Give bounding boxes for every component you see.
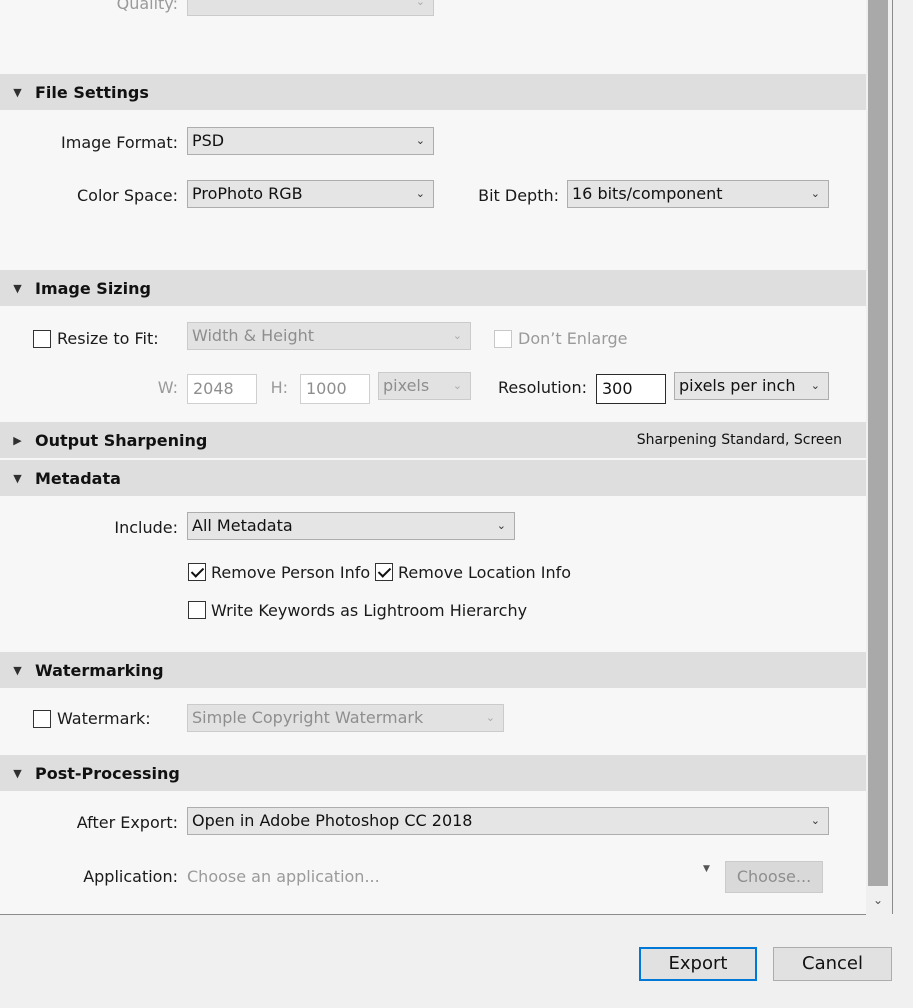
include-select[interactable]: All Metadata ⌄ bbox=[187, 512, 515, 540]
image-format-label: Image Format: bbox=[61, 133, 178, 152]
panel-border bbox=[0, 914, 866, 915]
image-format-select[interactable]: PSD ⌄ bbox=[187, 127, 434, 155]
resize-mode-value: Width & Height bbox=[192, 326, 315, 345]
section-title: Metadata bbox=[35, 468, 121, 488]
export-settings-panel: Quality: ⌄ ▼ File Settings Image Format:… bbox=[0, 0, 866, 914]
expanded-triangle-icon: ▼ bbox=[13, 85, 22, 99]
resize-mode-select[interactable]: Width & Height ⌄ bbox=[187, 322, 471, 350]
chevron-down-icon: ⌄ bbox=[810, 187, 820, 200]
watermark-select[interactable]: Simple Copyright Watermark ⌄ bbox=[187, 704, 504, 732]
chevron-down-icon: ⌄ bbox=[810, 379, 820, 392]
section-title: Post-Processing bbox=[35, 763, 180, 783]
application-combo[interactable]: Choose an application... bbox=[187, 867, 380, 886]
resolution-units-value: pixels per inch bbox=[679, 376, 796, 395]
dont-enlarge-label: Don’t Enlarge bbox=[518, 329, 628, 348]
scrollbar-thumb[interactable] bbox=[868, 0, 888, 886]
watermark-checkbox[interactable] bbox=[33, 710, 51, 728]
color-space-label: Color Space: bbox=[76, 186, 178, 205]
vertical-scrollbar[interactable]: ⌄ bbox=[866, 0, 893, 914]
after-export-value: Open in Adobe Photoshop CC 2018 bbox=[192, 811, 473, 830]
chevron-down-icon: ⌄ bbox=[415, 0, 425, 8]
resize-to-fit-checkbox[interactable] bbox=[33, 330, 51, 348]
expanded-triangle-icon: ▼ bbox=[13, 663, 22, 677]
section-title: File Settings bbox=[35, 82, 149, 102]
quality-label: Quality: bbox=[116, 0, 178, 13]
chevron-down-icon: ⌄ bbox=[485, 711, 495, 724]
chevron-down-icon: ⌄ bbox=[415, 187, 425, 200]
choose-application-button[interactable]: Choose... bbox=[725, 861, 823, 893]
size-units-select[interactable]: pixels ⌄ bbox=[378, 372, 471, 400]
expanded-triangle-icon: ▼ bbox=[13, 471, 22, 485]
dropdown-arrow-icon[interactable]: ▼ bbox=[703, 864, 710, 874]
dont-enlarge-checkbox[interactable] bbox=[494, 330, 512, 348]
chevron-down-icon: ⌄ bbox=[415, 134, 425, 147]
chevron-down-icon: ⌄ bbox=[496, 519, 506, 532]
remove-location-checkbox[interactable] bbox=[375, 563, 393, 581]
section-post-processing[interactable]: ▼ Post-Processing bbox=[0, 755, 866, 791]
checkmark-icon bbox=[190, 564, 205, 578]
remove-location-label: Remove Location Info bbox=[398, 563, 572, 582]
height-label: H: bbox=[270, 378, 288, 397]
expanded-triangle-icon: ▼ bbox=[13, 281, 22, 295]
resolution-label: Resolution: bbox=[498, 378, 587, 397]
width-label: W: bbox=[157, 378, 178, 397]
chevron-down-icon: ⌄ bbox=[452, 329, 462, 342]
after-export-select[interactable]: Open in Adobe Photoshop CC 2018 ⌄ bbox=[187, 807, 829, 835]
section-title: Output Sharpening bbox=[35, 430, 208, 450]
section-image-sizing[interactable]: ▼ Image Sizing bbox=[0, 270, 866, 306]
section-output-sharpening[interactable]: ▶ Output Sharpening Sharpening Standard,… bbox=[0, 422, 866, 458]
checkmark-icon bbox=[377, 564, 392, 578]
chevron-down-icon: ⌄ bbox=[810, 814, 820, 827]
section-summary: Sharpening Standard, Screen bbox=[636, 432, 842, 448]
scroll-down-arrow-icon[interactable]: ⌄ bbox=[870, 890, 886, 910]
section-watermarking[interactable]: ▼ Watermarking bbox=[0, 652, 866, 688]
write-keywords-label: Write Keywords as Lightroom Hierarchy bbox=[211, 601, 528, 620]
write-keywords-checkbox[interactable] bbox=[188, 601, 206, 619]
bit-depth-value: 16 bits/component bbox=[572, 184, 723, 203]
expanded-triangle-icon: ▼ bbox=[13, 766, 22, 780]
size-units-value: pixels bbox=[383, 376, 430, 395]
section-metadata[interactable]: ▼ Metadata bbox=[0, 460, 866, 496]
section-title: Watermarking bbox=[35, 660, 164, 680]
after-export-label: After Export: bbox=[76, 813, 178, 832]
watermark-label: Watermark: bbox=[57, 709, 151, 728]
include-label: Include: bbox=[114, 518, 178, 537]
bit-depth-label: Bit Depth: bbox=[478, 186, 559, 205]
export-button[interactable]: Export bbox=[639, 947, 757, 981]
watermark-value: Simple Copyright Watermark bbox=[192, 708, 424, 727]
remove-person-checkbox[interactable] bbox=[188, 563, 206, 581]
collapsed-triangle-icon: ▶ bbox=[13, 433, 22, 447]
chevron-down-icon: ⌄ bbox=[452, 379, 462, 392]
quality-select[interactable]: ⌄ bbox=[187, 0, 434, 16]
resolution-units-select[interactable]: pixels per inch ⌄ bbox=[674, 372, 829, 400]
section-file-settings[interactable]: ▼ File Settings bbox=[0, 74, 866, 110]
cancel-button[interactable]: Cancel bbox=[773, 947, 892, 981]
resolution-input[interactable]: 300 bbox=[596, 374, 666, 404]
section-title: Image Sizing bbox=[35, 278, 151, 298]
include-value: All Metadata bbox=[192, 516, 293, 535]
resize-to-fit-label: Resize to Fit: bbox=[57, 329, 159, 348]
color-space-select[interactable]: ProPhoto RGB ⌄ bbox=[187, 180, 434, 208]
height-input[interactable]: 1000 bbox=[300, 374, 370, 404]
image-format-value: PSD bbox=[192, 131, 225, 150]
color-space-value: ProPhoto RGB bbox=[192, 184, 303, 203]
application-label: Application: bbox=[83, 867, 178, 886]
width-input[interactable]: 2048 bbox=[187, 374, 257, 404]
remove-person-label: Remove Person Info bbox=[211, 563, 371, 582]
bit-depth-select[interactable]: 16 bits/component ⌄ bbox=[567, 180, 829, 208]
